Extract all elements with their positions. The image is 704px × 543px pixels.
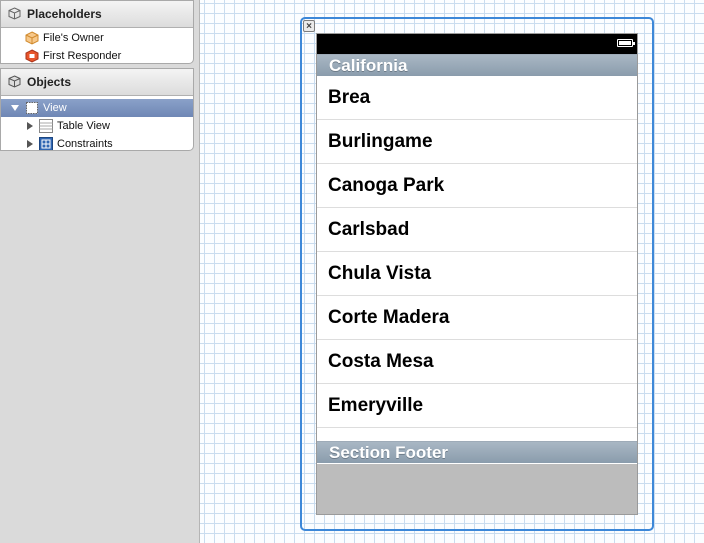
objects-group: Objects View Table View Constraints: [0, 68, 194, 151]
files-owner-cube-icon: [25, 31, 39, 45]
view-label: View: [43, 102, 67, 114]
constraints-icon: [39, 137, 53, 150]
objects-title: Objects: [27, 75, 72, 89]
battery-icon: [617, 39, 635, 47]
close-icon[interactable]: ×: [303, 20, 315, 32]
document-outline: Placeholders File's Owner First Responde…: [0, 0, 200, 543]
table-cell[interactable]: Costa Mesa: [317, 340, 637, 384]
table-cell[interactable]: Chula Vista: [317, 252, 637, 296]
outline-item-constraints[interactable]: Constraints: [1, 135, 193, 150]
files-owner-label: File's Owner: [43, 32, 104, 44]
placeholders-group: Placeholders File's Owner First Responde…: [0, 0, 194, 64]
table-view-icon: [39, 119, 53, 133]
disclosure-open-icon[interactable]: [11, 105, 19, 111]
disclosure-closed-icon[interactable]: [27, 122, 33, 130]
section-footer[interactable]: Section Footer: [317, 441, 637, 463]
first-responder-label: First Responder: [43, 50, 122, 62]
table-cell[interactable]: Brea: [317, 76, 637, 120]
table-cell[interactable]: Carlsbad: [317, 208, 637, 252]
placeholders-header[interactable]: Placeholders: [1, 1, 193, 28]
outline-item-table-view[interactable]: Table View: [1, 117, 193, 135]
outline-item-view[interactable]: View: [1, 99, 193, 117]
outline-item-files-owner[interactable]: File's Owner: [1, 29, 193, 47]
table-cell[interactable]: Canoga Park: [317, 164, 637, 208]
section-header[interactable]: California: [317, 54, 637, 76]
outline-item-first-responder[interactable]: First Responder: [1, 47, 193, 63]
placeholders-title: Placeholders: [27, 7, 102, 21]
first-responder-icon: [25, 49, 39, 63]
table-cell[interactable]: Emeryville: [317, 384, 637, 428]
iphone-view[interactable]: California Brea Burlingame Canoga Park C…: [316, 33, 638, 515]
table-cell[interactable]: Corte Madera: [317, 296, 637, 340]
table-view-label: Table View: [57, 120, 110, 132]
table-cell[interactable]: Burlingame: [317, 120, 637, 164]
table-view[interactable]: Brea Burlingame Canoga Park Carlsbad Chu…: [317, 76, 637, 428]
objects-header[interactable]: Objects: [1, 69, 193, 96]
constraints-label: Constraints: [57, 138, 113, 150]
view-icon: [26, 102, 38, 114]
objects-cube-icon: [8, 75, 21, 88]
table-background: [317, 464, 637, 514]
status-bar: [317, 34, 637, 54]
disclosure-closed-icon[interactable]: [27, 140, 33, 148]
placeholder-cube-icon: [8, 7, 21, 20]
